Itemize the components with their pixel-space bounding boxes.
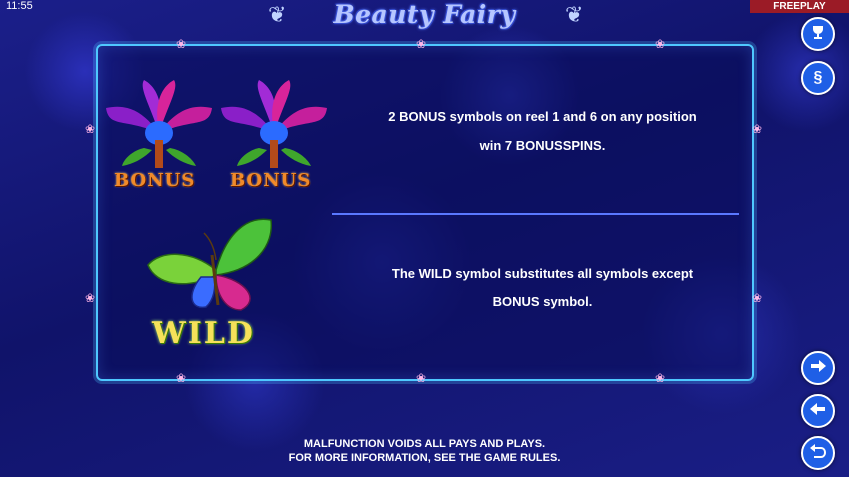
lotus-ornament: ❀ xyxy=(85,291,96,305)
lotus-ornament: ❀ xyxy=(416,371,427,385)
lotus-ornament: ❀ xyxy=(752,291,763,305)
arrow-right-icon xyxy=(809,358,827,379)
bonus-rule-line-2: win 7 BONUSSPINS. xyxy=(479,138,606,153)
wild-rule-line-1: The WILD symbol substitutes all symbols … xyxy=(391,266,694,281)
lotus-ornament: ❀ xyxy=(655,37,666,51)
wild-symbol-label: WILD xyxy=(152,316,255,351)
section-divider xyxy=(332,213,739,215)
disclaimer-line-1: MALFUNCTION VOIDS ALL PAYS AND PLAYS. xyxy=(303,438,546,450)
disclaimer-line-2: FOR MORE INFORMATION, SEE THE GAME RULES… xyxy=(288,452,561,464)
bonus-flower-icon xyxy=(221,80,327,168)
rules-button[interactable]: § xyxy=(801,61,835,95)
lotus-ornament: ❀ xyxy=(176,37,187,51)
wild-butterfly-icon xyxy=(147,218,273,311)
trophy-icon xyxy=(810,24,826,45)
disclaimer: MALFUNCTION VOIDS ALL PAYS AND PLAYS. FO… xyxy=(0,437,849,465)
game-title: Beauty Fairy xyxy=(333,0,516,29)
bonus-rule-line-1: 2 BONUS symbols on reel 1 and 6 on any p… xyxy=(388,109,697,124)
bonus-symbol-label: BONUS xyxy=(230,170,312,191)
bonus-flower-icon xyxy=(106,80,212,168)
lotus-ornament: ❀ xyxy=(85,122,96,136)
bonus-symbol-label: BONUS xyxy=(114,170,196,191)
arrow-left-icon xyxy=(809,401,827,422)
lotus-ornament: ❀ xyxy=(176,371,187,385)
wild-rule-line-2: BONUS symbol. xyxy=(492,294,593,309)
next-page-button[interactable] xyxy=(801,351,835,385)
section-icon: § xyxy=(813,69,823,86)
right-swirl-ornament: ❦ xyxy=(565,2,584,27)
lotus-ornament: ❀ xyxy=(655,371,666,385)
previous-page-button[interactable] xyxy=(801,394,835,428)
lotus-ornament: ❀ xyxy=(416,37,427,51)
lotus-ornament: ❀ xyxy=(752,122,763,136)
paytable-button[interactable] xyxy=(801,17,835,51)
